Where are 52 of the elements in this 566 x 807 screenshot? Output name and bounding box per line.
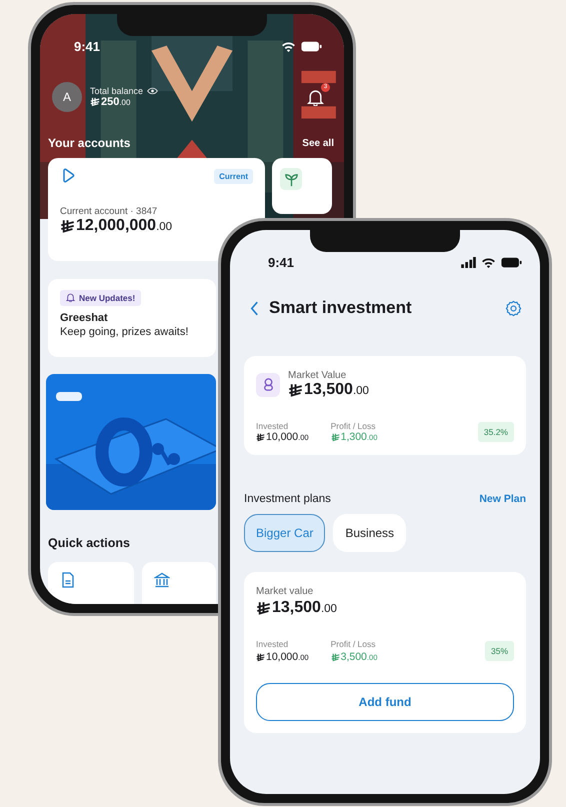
profit-loss-label: Profit / Loss [330,421,377,431]
screen-title: Smart investment [269,298,413,318]
update-card[interactable]: New Updates! Greeshat Keep going, prizes awaits! [48,279,216,357]
account-balance: 12,000,000.00 [76,217,172,235]
new-plan-link[interactable]: New Plan [479,493,526,505]
riyal-sign-icon [256,652,265,662]
riyal-sign-icon [330,432,340,442]
account-card[interactable]: Current Current account · 3847 12,000,000.00 [48,158,265,261]
section-title: Quick actions [48,536,130,550]
market-value: 13,500.00 [304,381,369,399]
riyal-sign-icon [256,432,265,442]
eye-icon[interactable] [147,87,158,95]
plant-icon [280,168,302,190]
settings-icon[interactable] [505,300,522,316]
updates-tag: New Updates! [60,290,142,306]
riyal-sign-icon [256,600,271,616]
wifi-icon [481,256,496,268]
bell-icon [66,293,75,302]
update-title: Greeshat [60,312,109,324]
signal-icon [461,256,476,268]
add-fund-button[interactable]: Add fund [256,683,514,721]
riyal-sign-icon [288,382,303,398]
return-tag: 35.2% [478,422,514,442]
invested-label: Invested [256,421,290,431]
riyal-sign-icon [330,652,340,662]
market-value: 13,500.00 [272,599,337,617]
wifi-icon [281,40,296,52]
riyal-sign-icon [90,97,100,107]
market-value-label: Market Value [288,370,348,381]
document-icon [60,572,76,588]
return-tag: 35% [484,641,514,661]
balance-label: Total balance [90,86,144,96]
account-type-tag: Current [214,168,253,184]
market-value-label: Market value [256,586,314,597]
bell-icon[interactable] [307,88,324,106]
section-title: Your accounts [48,136,130,150]
back-icon[interactable] [250,300,259,316]
invested-label: Invested [256,639,290,649]
section-title: Investment plans [244,493,331,505]
status-time: 9:41 [268,254,294,270]
plan-tab[interactable]: Business [333,514,406,552]
bank-icon [154,572,170,588]
account-card[interactable] [272,158,332,214]
quick-action-tile[interactable] [142,562,216,604]
status-time: 9:41 [74,38,100,54]
quick-action-tile[interactable] [48,562,134,604]
account-name: Current account · 3847 [60,206,158,217]
update-text: Keep going, prizes awaits! [60,326,190,338]
see-all-link[interactable]: See all [302,138,334,148]
riyal-sign-icon [60,218,75,234]
battery-icon [501,256,522,268]
profit-loss-label: Profit / Loss [330,639,377,649]
